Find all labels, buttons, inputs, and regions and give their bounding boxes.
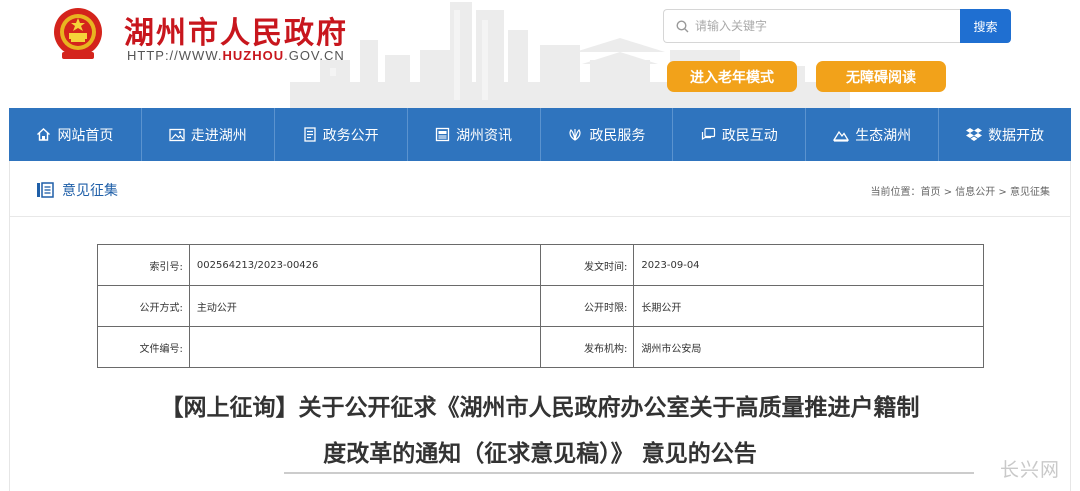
section-header: 意见征集 当前位置：首页 > 信息公开 > 意见征集 xyxy=(10,161,1070,217)
meta-label-issue-date: 发文时间: xyxy=(539,244,635,286)
nav-label: 政民服务 xyxy=(589,127,646,144)
watermark: 长兴网 xyxy=(1000,459,1061,481)
search-input[interactable] xyxy=(695,19,935,33)
document-title-line2: 度改革的通知（征求意见稿）》 意见的公告 xyxy=(323,441,757,467)
document-icon xyxy=(304,127,316,142)
nav-item-public-service[interactable]: 政民服务 xyxy=(541,108,674,161)
document-title-line1: 【网上征询】关于公开征求《湖州市人民政府办公室关于高质量推进户籍制 xyxy=(160,395,920,421)
meta-label-disclosure-method: 公开方式: xyxy=(97,285,190,327)
nav-item-news[interactable]: 湖州资讯 xyxy=(408,108,541,161)
nav-item-about-huzhou[interactable]: 走进湖州 xyxy=(142,108,275,161)
meta-label-disclosure-period: 公开时限: xyxy=(539,285,635,327)
content-panel: 意见征集 当前位置：首页 > 信息公开 > 意见征集 索引号: 00256421… xyxy=(9,161,1071,491)
site-url-domain: HUZHOU xyxy=(222,48,285,63)
search-icon xyxy=(676,19,689,32)
site-url-prefix: HTTP://WWW. xyxy=(127,48,223,63)
mountain-icon xyxy=(833,130,850,142)
accessible-reading-button[interactable]: 无障碍阅读 xyxy=(816,61,946,92)
nav-label: 网站首页 xyxy=(57,127,114,144)
site-title[interactable]: 湖州市人民政府 xyxy=(124,8,348,52)
meta-value-disclosure-period: 长期公开 xyxy=(633,285,984,327)
news-icon xyxy=(435,127,450,142)
list-icon xyxy=(37,182,54,198)
table-row: 索引号: 002564213/2023-00426 发文时间: 2023-09-… xyxy=(97,244,984,286)
nav-item-open-data[interactable]: 数据开放 xyxy=(939,108,1071,161)
meta-value-disclosure-method: 主动公开 xyxy=(188,285,541,327)
site-header: 湖州市人民政府 HTTP://WWW.HUZHOU.GOV.CN 搜索 进入老年… xyxy=(0,0,1080,108)
nav-label: 数据开放 xyxy=(988,127,1045,144)
table-row: 文件编号: 发布机构: 湖州市公安局 xyxy=(97,326,984,368)
service-icon xyxy=(569,129,581,141)
table-row: 公开方式: 主动公开 公开时限: 长期公开 xyxy=(97,285,984,327)
main-nav: 网站首页 走进湖州 政务公开 湖州资讯 政民服务 政民互动 生态湖州 数据开放 xyxy=(9,108,1071,161)
section-title: 意见征集 xyxy=(62,183,118,199)
meta-value-publisher: 湖州市公安局 xyxy=(633,326,984,368)
nav-item-gov-affairs[interactable]: 政务公开 xyxy=(275,108,408,161)
title-underline xyxy=(284,472,974,474)
national-emblem-logo xyxy=(54,8,102,59)
meta-value-issue-date: 2023-09-04 xyxy=(633,244,984,286)
meta-label-publisher: 发布机构: xyxy=(539,326,635,368)
meta-label-file-number: 文件编号: xyxy=(97,326,190,368)
nav-label: 政民互动 xyxy=(721,127,778,144)
nav-label: 走进湖州 xyxy=(190,127,247,144)
meta-value-file-number xyxy=(188,326,541,368)
search-button[interactable]: 搜索 xyxy=(960,9,1011,43)
dropbox-icon xyxy=(966,128,983,141)
site-url: HTTP://WWW.HUZHOU.GOV.CN xyxy=(127,48,345,63)
nav-item-ecology[interactable]: 生态湖州 xyxy=(806,108,940,161)
document-meta-table: 索引号: 002564213/2023-00426 发文时间: 2023-09-… xyxy=(97,244,984,368)
home-icon xyxy=(37,128,51,141)
elder-mode-button[interactable]: 进入老年模式 xyxy=(667,61,797,92)
nav-item-home[interactable]: 网站首页 xyxy=(9,108,142,161)
picture-icon xyxy=(169,128,185,141)
site-url-suffix: .GOV.CN xyxy=(284,48,345,63)
meta-value-index: 002564213/2023-00426 xyxy=(188,244,541,286)
search-box xyxy=(663,9,961,43)
nav-label: 生态湖州 xyxy=(855,127,912,144)
nav-label: 政务公开 xyxy=(322,127,379,144)
breadcrumb[interactable]: 当前位置：首页 > 信息公开 > 意见征集 xyxy=(871,183,1050,198)
document-title: 【网上征询】关于公开征求《湖州市人民政府办公室关于高质量推进户籍制 度改革的通知… xyxy=(50,385,1030,477)
chat-icon xyxy=(701,127,715,141)
meta-label-index: 索引号: xyxy=(97,244,190,286)
nav-item-interaction[interactable]: 政民互动 xyxy=(673,108,807,161)
nav-label: 湖州资讯 xyxy=(456,127,513,144)
